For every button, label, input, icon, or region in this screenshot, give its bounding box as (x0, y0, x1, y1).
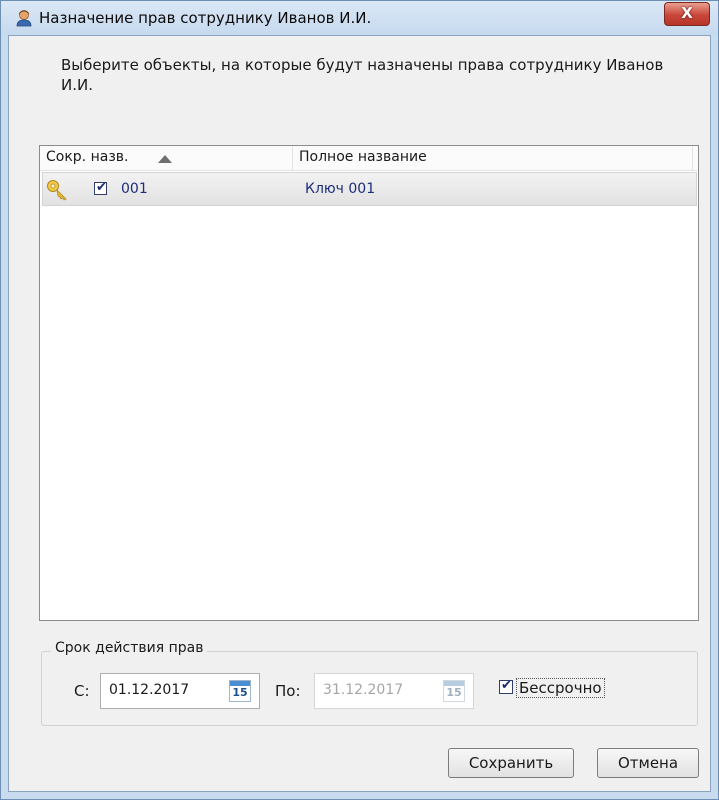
column-header-label: Полное название (299, 149, 427, 165)
cell-short-name: 001 (121, 181, 148, 197)
user-icon (16, 10, 32, 27)
sort-ascending-icon (158, 155, 172, 163)
calendar-day: 15 (446, 686, 462, 699)
cell-full-name: Ключ 001 (305, 181, 376, 197)
window-title: Назначение прав сотруднику Иванов И.И. (39, 9, 372, 27)
validity-group-title: Срок действия прав (51, 640, 208, 656)
to-label: По: (275, 682, 301, 700)
dialog-window: Назначение прав сотруднику Иванов И.И. X… (0, 0, 719, 800)
checkmark-icon: ✔ (96, 180, 107, 195)
calendar-icon: 15 (443, 680, 465, 702)
unlimited-label[interactable]: Бессрочно (516, 678, 605, 698)
save-button[interactable]: Сохранить (448, 748, 574, 778)
date-from-picker[interactable]: 01.12.2017 15 (100, 673, 260, 709)
title-bar: Назначение прав сотруднику Иванов И.И. X (1, 1, 718, 35)
checkmark-icon: ✔ (501, 678, 512, 693)
objects-list[interactable]: Сокр. назв. Полное название ✔ 001 Ключ 0… (39, 145, 699, 621)
row-checkbox[interactable]: ✔ (94, 180, 107, 195)
column-header-short-name[interactable]: Сокр. назв. (40, 146, 293, 170)
cancel-button[interactable]: Отмена (597, 748, 699, 778)
key-icon (47, 180, 67, 201)
from-label: С: (74, 682, 90, 700)
date-from-value: 01.12.2017 (109, 682, 190, 698)
column-header-label: Сокр. назв. (46, 149, 129, 165)
date-to-picker: 31.12.2017 15 (314, 673, 474, 709)
close-icon: X (681, 4, 693, 22)
calendar-icon[interactable]: 15 (229, 680, 251, 702)
list-item[interactable]: ✔ 001 Ключ 001 (42, 172, 697, 206)
list-header: Сокр. назв. Полное название (40, 146, 698, 171)
date-to-value: 31.12.2017 (323, 682, 404, 698)
unlimited-checkbox[interactable]: ✔ (499, 678, 513, 694)
calendar-day: 15 (232, 686, 248, 699)
instruction-text: Выберите объекты, на которые будут назна… (61, 56, 664, 94)
column-header-full-name[interactable]: Полное название (293, 146, 693, 170)
close-button[interactable]: X (664, 2, 710, 26)
